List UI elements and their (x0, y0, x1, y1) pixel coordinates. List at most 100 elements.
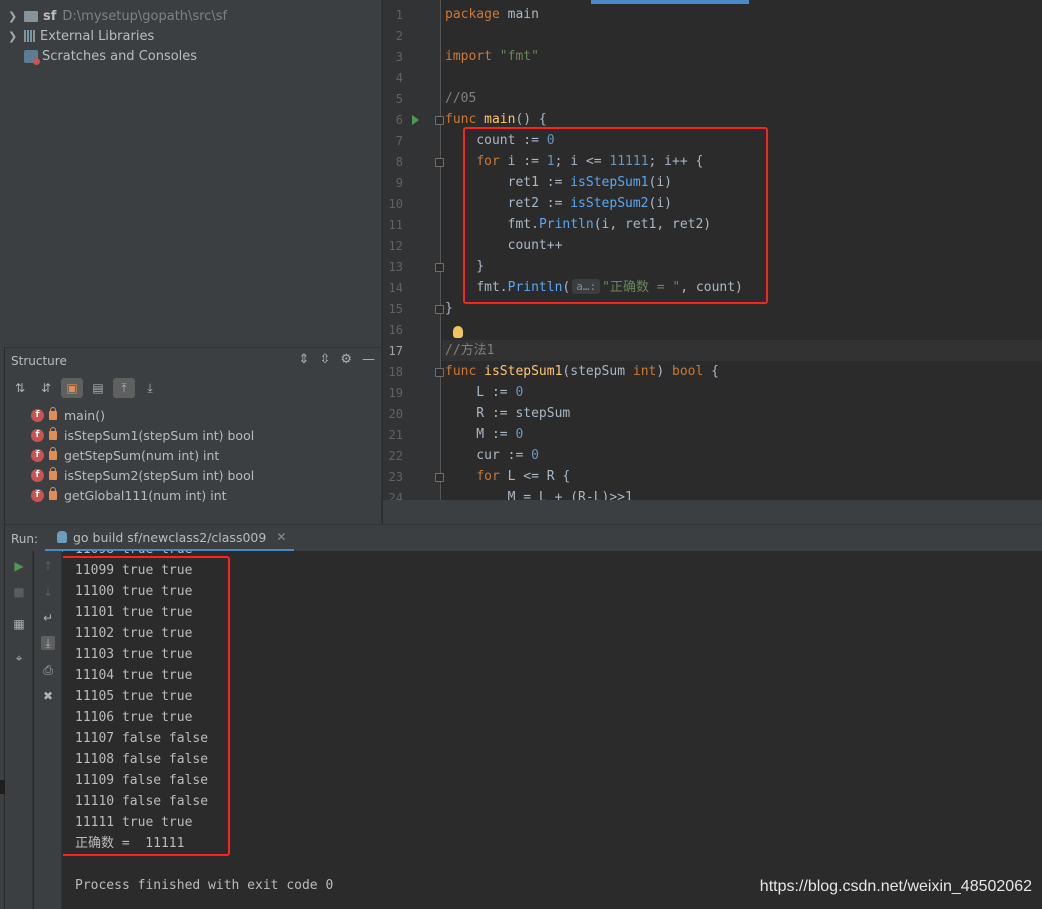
line-number: 3 (395, 50, 403, 64)
soft-wrap-icon[interactable]: ↵ (41, 611, 55, 625)
lock-icon (49, 406, 57, 420)
structure-item[interactable]: f getStepSum(num int) int (31, 445, 219, 465)
autoscroll-from-source-icon[interactable]: ⤓ (139, 378, 161, 398)
run-toolbar-secondary: ↑ ↓ ↵ ⤓ ⎙ ✖ (34, 551, 62, 909)
line-number: 24 (388, 491, 403, 500)
stop-icon[interactable]: ■ (12, 585, 26, 599)
code-editor[interactable]: 1 2 3 4 5 6 7 8 9 10 11 12 13 14 15 16 1… (383, 0, 1042, 500)
sort-alphabetically-icon[interactable]: ⇵ (35, 378, 57, 398)
line-number: 20 (388, 407, 403, 421)
structure-item[interactable]: f isStepSum2(stepSum int) bool (31, 465, 254, 485)
structure-item-label: main() (64, 407, 105, 423)
line-number: 4 (395, 71, 403, 85)
code-token: bool (672, 364, 704, 379)
fold-icon[interactable] (435, 158, 444, 167)
fold-icon[interactable] (435, 368, 444, 377)
lightbulb-icon[interactable] (453, 326, 463, 338)
project-root-name: sf (43, 8, 57, 24)
arrow-up-icon[interactable]: ↑ (41, 559, 55, 573)
code-line: M := 0 (445, 424, 523, 445)
line-number: 5 (395, 92, 403, 106)
code-token: 0 (531, 448, 539, 463)
line-number: 23 (388, 470, 403, 484)
line-number: 2 (395, 29, 403, 43)
active-tab-indicator (591, 0, 749, 4)
code-token: M := (445, 427, 516, 442)
code-token: { (703, 364, 719, 379)
console-finish-line: Process finished with exit code 0 (75, 878, 334, 893)
fold-icon[interactable] (435, 263, 444, 272)
arrow-down-icon[interactable]: ↓ (41, 585, 55, 599)
line-number: 10 (388, 197, 403, 211)
line-number: 19 (388, 386, 403, 400)
library-icon (24, 30, 35, 42)
chevron-right-icon[interactable]: ❯ (8, 10, 20, 23)
editor-gutter: 1 2 3 4 5 6 7 8 9 10 11 12 13 14 15 16 1… (383, 0, 444, 500)
run-toolbar-primary: ▶ ■ ▦ ⌖ (5, 551, 33, 909)
line-number: 7 (395, 134, 403, 148)
project-panel: ❯ sf D:\mysetup\gopath\src\sf ❯ External… (0, 0, 382, 347)
folder-icon (24, 10, 38, 22)
structure-item[interactable]: f isStepSum1(stepSum int) bool (31, 425, 254, 445)
structure-panel: Structure ⇕ ⇳ ⚙ — ⇅ ⇵ ▣ ▤ ⤒ ⤓ f main() f… (5, 347, 382, 524)
gear-icon[interactable]: ⚙ (340, 352, 352, 367)
structure-item[interactable]: f main() (31, 405, 105, 425)
show-non-public-icon[interactable]: ▣ (61, 378, 83, 398)
run-icon[interactable]: ▶ (12, 559, 26, 573)
line-number: 18 (388, 365, 403, 379)
go-gopher-icon (57, 531, 67, 543)
code-token: () { (515, 112, 547, 127)
show-fields-icon[interactable]: ▤ (87, 378, 109, 398)
run-gutter-icon[interactable] (412, 115, 419, 125)
print-icon[interactable]: ⎙ (41, 663, 55, 677)
code-line: package main (445, 4, 539, 25)
close-icon[interactable]: ✕ (276, 530, 286, 544)
code-line: M = L + (R-L)>>1 (445, 490, 633, 500)
code-line: cur := 0 (445, 445, 539, 466)
code-token: cur := (445, 448, 532, 463)
run-console[interactable]: 11098 true true 11099 true true 11100 tr… (63, 551, 1042, 909)
line-number: 1 (395, 8, 403, 22)
watermark: https://blog.csdn.net/weixin_48502062 (759, 878, 1032, 895)
project-root[interactable]: ❯ sf D:\mysetup\gopath\src\sf (8, 6, 227, 26)
fold-icon[interactable] (435, 116, 444, 125)
code-token: func (445, 112, 477, 127)
line-number: 15 (388, 302, 403, 316)
pin-icon[interactable]: ⌖ (12, 651, 26, 665)
line-number: 11 (388, 218, 403, 232)
external-libraries[interactable]: ❯ External Libraries (8, 26, 154, 46)
code-token: for (476, 469, 500, 484)
run-config-tab[interactable]: go build sf/newclass2/class009 ✕ (45, 525, 295, 552)
run-label: Run: (11, 532, 39, 546)
autoscroll-to-source-icon[interactable]: ⤒ (113, 378, 135, 398)
line-number: 8 (395, 155, 403, 169)
line-number: 6 (395, 113, 403, 127)
chevron-right-icon[interactable]: ❯ (8, 30, 20, 43)
expand-all-icon[interactable]: ⇕ (299, 352, 310, 367)
external-libraries-label: External Libraries (40, 28, 155, 44)
minimize-icon[interactable]: — (362, 352, 375, 367)
code-token: L <= R { (499, 469, 571, 484)
code-line: import "fmt" (445, 46, 539, 67)
run-tab-title: go build sf/newclass2/class009 (73, 529, 267, 545)
line-number: 12 (388, 239, 403, 253)
fold-icon[interactable] (435, 473, 444, 482)
layout-icon[interactable]: ▦ (12, 617, 26, 631)
code-token: "fmt" (499, 49, 539, 64)
code-line: } (445, 301, 453, 316)
structure-item[interactable]: f getGlobal111(num int) int (31, 485, 227, 505)
code-line: func isStepSum1(stepSum int) bool { (445, 361, 719, 382)
scroll-to-end-icon[interactable]: ⤓ (41, 636, 55, 650)
structure-toolbar: ⇅ ⇵ ▣ ▤ ⤒ ⤓ (9, 378, 161, 398)
line-number: 16 (388, 323, 403, 337)
sort-by-visibility-icon[interactable]: ⇅ (9, 378, 31, 398)
collapse-all-icon[interactable]: ⇳ (319, 352, 330, 367)
trash-icon[interactable]: ✖ (41, 689, 55, 703)
structure-item-label: getGlobal111(num int) int (64, 487, 227, 503)
line-number: 9 (395, 176, 403, 190)
fold-icon[interactable] (435, 305, 444, 314)
code-token: main (499, 7, 539, 22)
scratches-and-consoles[interactable]: Scratches and Consoles (8, 46, 197, 66)
code-token: ) (656, 364, 673, 379)
editor-bottom-bar (383, 500, 1042, 524)
